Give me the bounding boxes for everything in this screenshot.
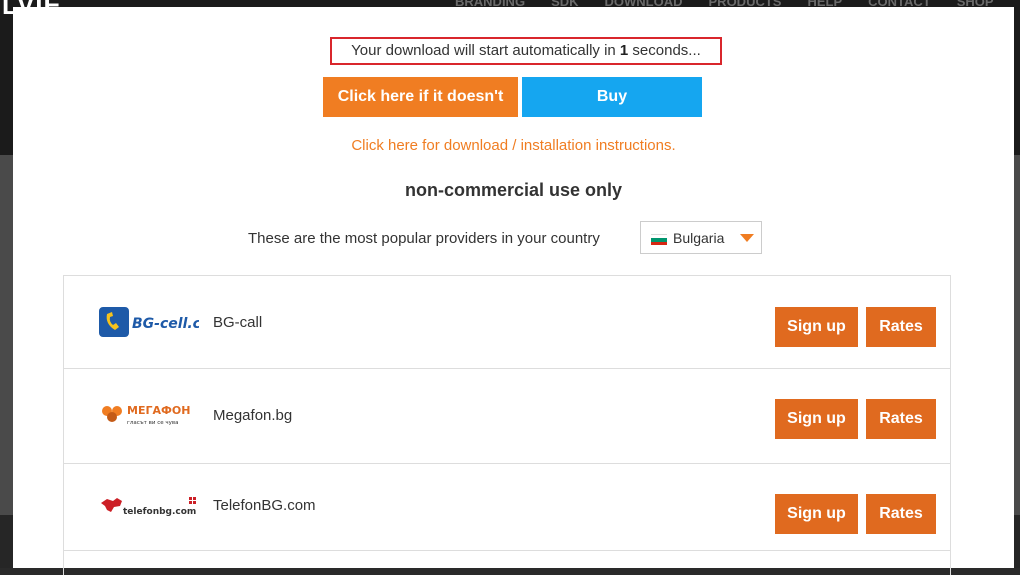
countdown-message: Your download will start automatically i… [330,37,722,65]
instructions-link[interactable]: Click here for download / installation i… [13,137,1014,154]
telefonbg-logo: telefonbg.com [99,495,199,524]
bulgaria-flag-icon [651,234,667,245]
provider-row: BG-cell.com BG-call Sign up Rates [64,276,950,369]
signup-button[interactable]: Sign up [775,307,858,347]
signup-button[interactable]: Sign up [775,494,858,534]
download-modal: Your download will start automatically i… [13,7,1014,575]
provider-row: МЕГАФОН гласът ви се чува Megafon.bg Sig… [64,368,950,464]
buy-button[interactable]: Buy [522,77,702,117]
svg-text:гласът ви се чува: гласът ви се чува [127,420,178,426]
provider-name: Megafon.bg [213,407,293,424]
country-name: Bulgaria [673,230,725,246]
countdown-seconds: 1 [619,42,629,59]
noncommercial-notice: non-commercial use only [404,180,623,200]
provider-list: BG-cell.com BG-call Sign up Rates МЕГАФО… [63,275,951,575]
svg-text:BG-cell.com: BG-cell.com [132,316,199,332]
megafon-logo: МЕГАФОН гласът ви се чува [99,401,199,432]
countdown-suffix: seconds... [628,42,701,59]
providers-intro: These are the most popular providers in … [248,230,600,247]
rates-button[interactable]: Rates [866,399,936,439]
bg-cell-logo: BG-cell.com [99,306,225,343]
click-here-button[interactable]: Click here if it doesn't [323,77,518,117]
country-select[interactable]: Bulgaria [640,221,762,254]
provider-name: TelefonBG.com [213,497,316,514]
provider-name: BG-call [213,314,263,331]
svg-text:telefonbg.com: telefonbg.com [123,507,196,517]
countdown-prefix: Your download will start automatically i… [351,42,620,59]
rates-button[interactable]: Rates [866,307,936,347]
provider-row: telefonbg.com TelefonBG.com Sign up Rate… [64,463,950,551]
svg-text:МЕГАФОН: МЕГАФОН [127,404,190,417]
signup-button[interactable]: Sign up [775,399,858,439]
chevron-down-icon [740,234,754,242]
rates-button[interactable]: Rates [866,494,936,534]
